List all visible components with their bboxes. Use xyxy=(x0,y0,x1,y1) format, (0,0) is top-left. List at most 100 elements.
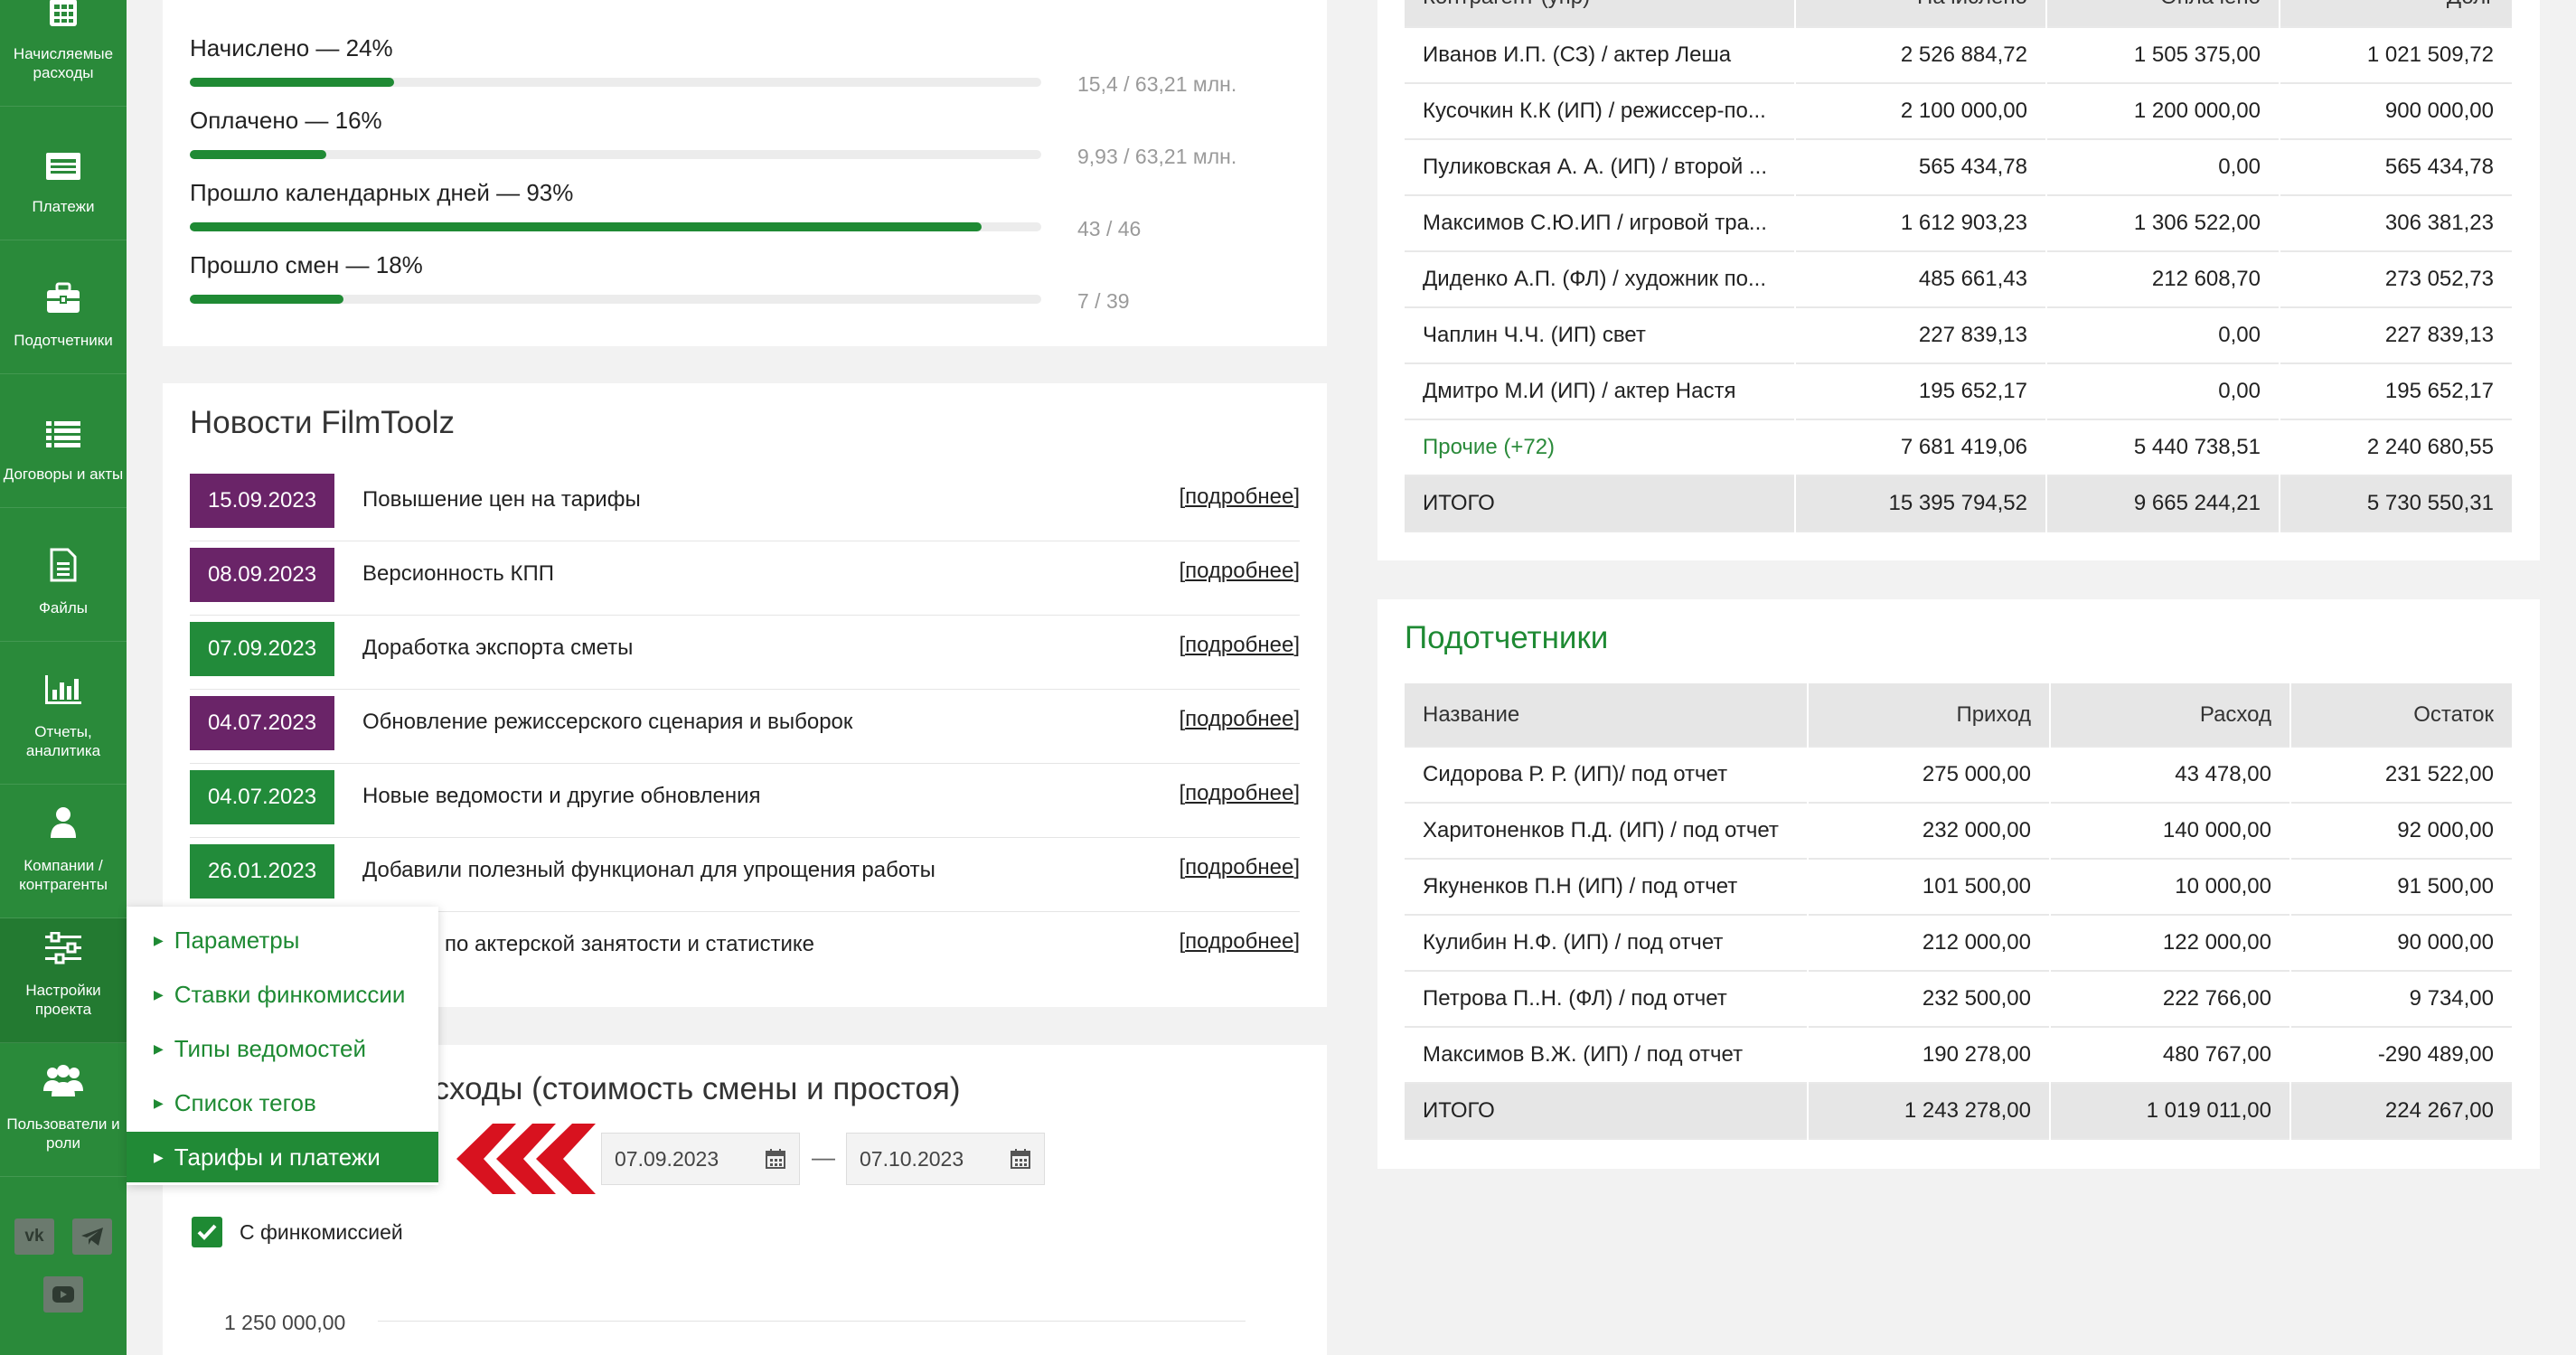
cell-name: Максимов С.Ю.ИП / игровой тра... xyxy=(1405,195,1796,251)
table-row[interactable]: Сидорова Р. Р. (ИП)/ под отчет 275 000,00… xyxy=(1405,747,2514,803)
calendar-icon[interactable] xyxy=(1010,1148,1031,1170)
news-more-link[interactable]: [подробнее] xyxy=(1179,559,1300,584)
column-header[interactable]: Остаток xyxy=(2290,683,2514,747)
cell-value: 227 839,13 xyxy=(2280,307,2514,363)
sidebar-item-files[interactable]: Файлы xyxy=(0,508,127,642)
date-from-input[interactable]: 07.09.2023 xyxy=(601,1133,800,1185)
sidebar-item-contracts[interactable]: Договоры и акты xyxy=(0,374,127,508)
news-more-link[interactable]: [подробнее] xyxy=(1179,929,1300,955)
calendar-icon[interactable] xyxy=(765,1148,786,1170)
others-link[interactable]: Прочие (+72) xyxy=(1405,419,1796,475)
table-row[interactable]: Диденко А.П. (ФЛ) / художник по... 485 66… xyxy=(1405,251,2514,307)
cell-value: 222 766,00 xyxy=(2050,971,2291,1027)
news-more-link[interactable]: [подробнее] xyxy=(1179,707,1300,732)
news-date-badge: 04.07.2023 xyxy=(190,696,334,750)
progress-value-shifts: 7 / 39 xyxy=(1077,289,1130,313)
column-header[interactable]: Приход xyxy=(1808,683,2051,747)
column-header[interactable]: Долг xyxy=(2280,0,2514,27)
news-more-link[interactable]: [подробнее] xyxy=(1179,485,1300,510)
telegram-icon[interactable] xyxy=(72,1219,112,1255)
news-item-title[interactable]: Версионность КПП xyxy=(362,561,554,587)
sidebar-item-accountables[interactable]: Подотчетники xyxy=(0,240,127,374)
caret-right-icon: ▶ xyxy=(154,986,164,1002)
cell-value: 90 000,00 xyxy=(2290,915,2514,971)
sidebar-item-payments[interactable]: Платежи xyxy=(0,107,127,240)
chart-gridline xyxy=(378,1321,1246,1322)
total-value: 9 665 244,21 xyxy=(2046,475,2280,532)
sidebar-item-project-settings[interactable]: Настройки проекта xyxy=(0,918,127,1043)
news-item-title[interactable]: Обновление режиссерского сценария и выбо… xyxy=(362,710,852,735)
date-from-value: 07.09.2023 xyxy=(615,1146,719,1171)
column-header[interactable]: Расход xyxy=(2050,683,2291,747)
finance-commission-checkbox[interactable] xyxy=(192,1217,222,1247)
progress-label-paid: Оплачено — 16% xyxy=(190,107,382,134)
table-row[interactable]: Кулибин Н.Ф. (ИП) / под отчет 212 000,00 1… xyxy=(1405,915,2514,971)
column-header[interactable]: Начислено xyxy=(1795,0,2047,27)
cell-value: 2 100 000,00 xyxy=(1795,83,2047,139)
cell-value: 1 612 903,23 xyxy=(1795,195,2047,251)
cell-value: 565 434,78 xyxy=(1795,139,2047,195)
table-row[interactable]: Максимов С.Ю.ИП / игровой тра... 1 612 90… xyxy=(1405,195,2514,251)
sidebar: Начисляемые расходы Платежи Подотчетники… xyxy=(0,0,127,1355)
sidebar-item-reports[interactable]: Отчеты, аналитика xyxy=(0,642,127,785)
menu-item-statement-types[interactable]: ▶ Типы ведомостей xyxy=(127,1023,438,1074)
table-row[interactable]: Прочие (+72) 7 681 419,06 5 440 738,51 2 24… xyxy=(1405,419,2514,475)
caret-right-icon: ▶ xyxy=(154,1149,164,1164)
cell-name: Сидорова Р. Р. (ИП)/ под отчет xyxy=(1405,747,1809,803)
date-to-input[interactable]: 07.10.2023 xyxy=(846,1133,1045,1185)
cell-value: 212 000,00 xyxy=(1808,915,2051,971)
red-arrow-pointer xyxy=(456,1124,596,1194)
news-more-link[interactable]: [подробнее] xyxy=(1179,855,1300,880)
cell-value: 275 000,00 xyxy=(1808,747,2051,803)
table-row[interactable]: Пуликовская А. А. (ИП) / второй ... 565 4… xyxy=(1405,139,2514,195)
menu-item-label: Список тегов xyxy=(174,1088,316,1116)
sidebar-item-accrued-expenses[interactable]: Начисляемые расходы xyxy=(0,0,127,107)
cell-value: 140 000,00 xyxy=(2050,803,2291,859)
menu-item-parameters[interactable]: ▶ Параметры xyxy=(127,915,438,965)
table-row[interactable]: Чаплин Ч.Ч. (ИП) свет 227 839,13 0,00 227 8… xyxy=(1405,307,2514,363)
news-item-title[interactable]: по актерской занятости и статистике xyxy=(445,932,814,957)
news-item-title[interactable]: Добавили полезный функционал для упрощен… xyxy=(362,858,935,883)
total-label: ИТОГО xyxy=(1405,475,1796,532)
project-settings-menu: ▶ Параметры ▶ Ставки финкомиссии ▶ Типы вед… xyxy=(127,907,438,1185)
table-row[interactable]: Якуненков П.Н (ИП) / под отчет 101 500,00… xyxy=(1405,859,2514,915)
sidebar-item-companies[interactable]: Компании / контрагенты xyxy=(0,785,127,918)
table-header-row: Контрагент (упр) Начислено Оплачено Долг xyxy=(1405,0,2514,27)
sidebar-item-label: Платежи xyxy=(32,198,95,215)
progress-fill xyxy=(190,222,982,231)
accountables-title: Подотчетники xyxy=(1405,620,1609,655)
news-item: 04.07.2023 Обновление режиссерского сцен… xyxy=(190,690,1300,764)
news-more-link[interactable]: [подробнее] xyxy=(1179,633,1300,658)
table-row[interactable]: Иванов И.П. (СЗ) / актер Леша 2 526 884,7… xyxy=(1405,27,2514,83)
menu-item-commission-rates[interactable]: ▶ Ставки финкомиссии xyxy=(127,969,438,1020)
news-date-badge: 04.07.2023 xyxy=(190,770,334,824)
table-row[interactable]: Дмитро М.И (ИП) / актер Настя 195 652,17 0… xyxy=(1405,363,2514,419)
caret-right-icon: ▶ xyxy=(154,932,164,947)
news-item-title[interactable]: Повышение цен на тарифы xyxy=(362,487,641,513)
table-row[interactable]: Харитоненков П.Д. (ИП) / под отчет 232 00… xyxy=(1405,803,2514,859)
finance-commission-label: С финкомиссией xyxy=(240,1220,403,1244)
table-row[interactable]: Кусочкин К.К (ИП) / режиссер-по... 2 100 … xyxy=(1405,83,2514,139)
news-item-title[interactable]: Новые ведомости и другие обновления xyxy=(362,784,761,809)
column-header[interactable]: Оплачено xyxy=(2046,0,2280,27)
vk-icon[interactable]: vk xyxy=(14,1219,54,1255)
table-row[interactable]: Максимов В.Ж. (ИП) / под отчет 190 278,00… xyxy=(1405,1027,2514,1083)
news-item-title[interactable]: Доработка экспорта сметы xyxy=(362,635,633,661)
total-value: 1 019 011,00 xyxy=(2050,1083,2291,1139)
column-header[interactable]: Название xyxy=(1405,683,1809,747)
news-more-link[interactable]: [подробнее] xyxy=(1179,781,1300,806)
menu-item-label: Ставки финкомиссии xyxy=(174,980,406,1008)
cell-value: 565 434,78 xyxy=(2280,139,2514,195)
sidebar-item-users[interactable]: Пользователи и роли xyxy=(0,1043,127,1177)
table-row[interactable]: Петрова П..Н. (ФЛ) / под отчет 232 500,00… xyxy=(1405,971,2514,1027)
cell-value: 2 526 884,72 xyxy=(1795,27,2047,83)
progress-fill xyxy=(190,295,343,304)
progress-label-shifts: Прошло смен — 18% xyxy=(190,251,423,278)
youtube-icon[interactable] xyxy=(43,1276,83,1313)
menu-item-tariffs-payments[interactable]: ▶ Тарифы и платежи xyxy=(127,1132,438,1182)
menu-item-tag-list[interactable]: ▶ Список тегов xyxy=(127,1077,438,1128)
cell-value: 0,00 xyxy=(2046,307,2280,363)
cell-name: Кулибин Н.Ф. (ИП) / под отчет xyxy=(1405,915,1809,971)
column-header[interactable]: Контрагент (упр) xyxy=(1405,0,1796,27)
cell-value: 0,00 xyxy=(2046,363,2280,419)
